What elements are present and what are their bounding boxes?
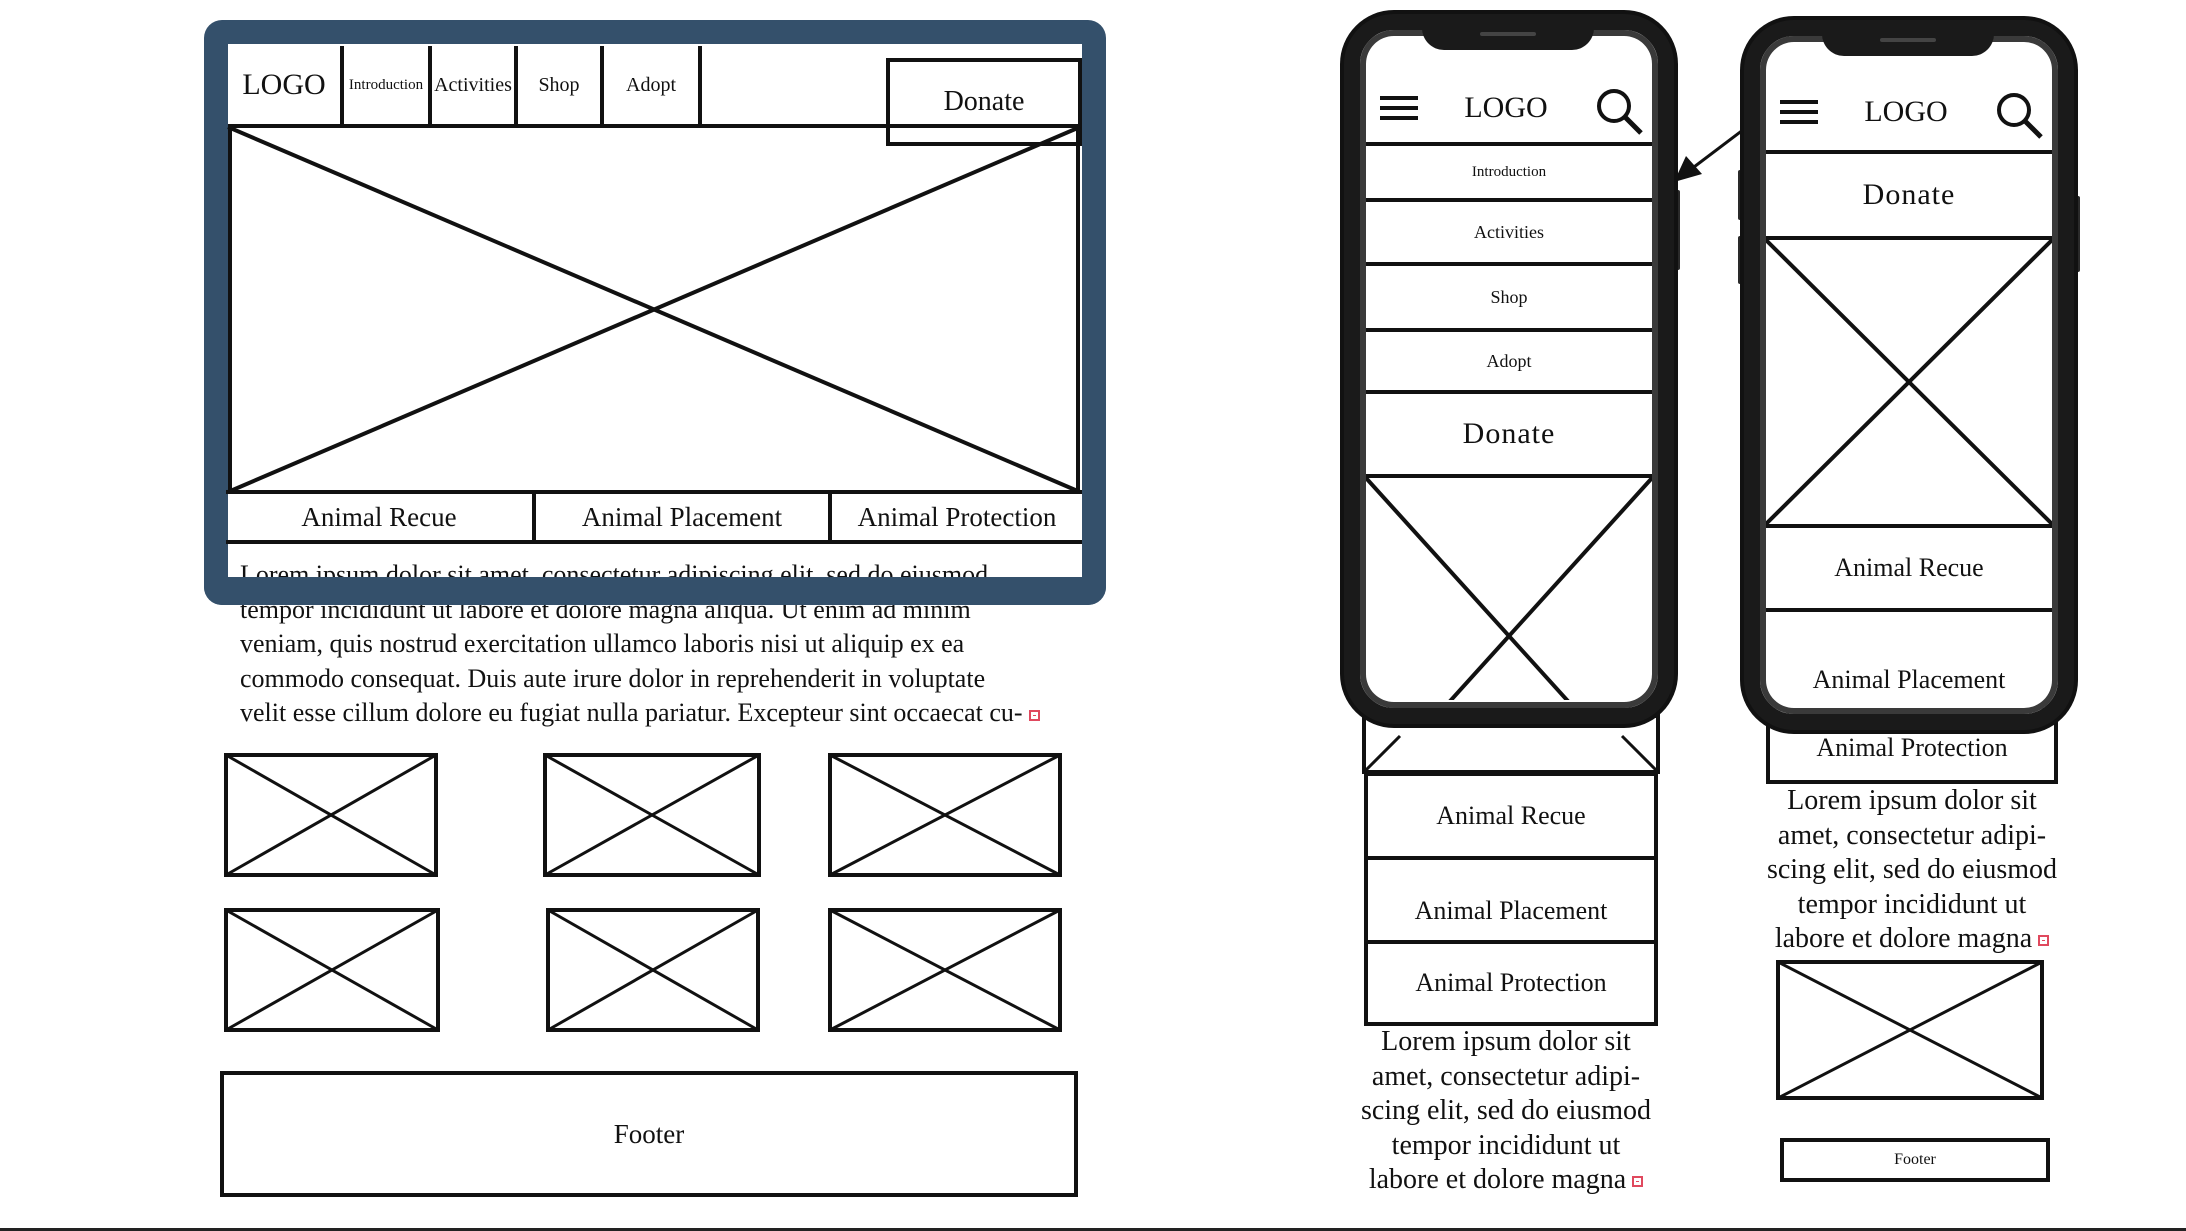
desktop-thumbnail-5 xyxy=(546,908,760,1032)
desktop-hero-image-placeholder xyxy=(227,125,1081,494)
phone1-wireframe: Animal Recue Animal Placement Animal Pro… xyxy=(1340,0,1680,1231)
desktop-nav-shop[interactable]: Shop xyxy=(518,46,604,124)
desktop-body-line: commodo consequat. Duis aute irure dolor… xyxy=(240,663,986,693)
phone1-body-line: amet, consectetur adipi- xyxy=(1371,1060,1641,1092)
phone1-menu-adopt[interactable]: Adopt xyxy=(1366,332,1652,394)
phone2-body-text: Lorem ipsum dolor sit amet, consectetur … xyxy=(1752,784,2072,957)
phone2-wireframe: Animal Protection Lorem ipsum dolor sit … xyxy=(1738,0,2080,1231)
phone2-body-line-last: labore et dolore magna xyxy=(1752,922,2072,957)
phone1-body-line: Lorem ipsum dolor sit xyxy=(1381,1026,1631,1057)
phone2-body-line: tempor incididunt ut xyxy=(1797,888,2027,920)
phone2-screen: LOGO Donate Animal Recue Animal Placemen… xyxy=(1766,54,2052,700)
desktop-nav-introduction[interactable]: Introduction xyxy=(344,46,432,124)
phone1-body-line-last: labore et dolore magna xyxy=(1346,1163,1666,1198)
search-icon[interactable] xyxy=(1596,88,1644,136)
desktop-footer: Footer xyxy=(220,1071,1078,1197)
phone2-logo[interactable]: LOGO xyxy=(1836,92,1976,132)
search-icon[interactable] xyxy=(1996,92,2044,140)
phone1-logo[interactable]: LOGO xyxy=(1436,88,1576,128)
desktop-thumbnail-4 xyxy=(224,908,440,1032)
desktop-tab-animal-placement[interactable]: Animal Placement xyxy=(536,494,832,540)
desktop-thumbnail-1 xyxy=(224,753,438,877)
phone1-section-animal-placement[interactable]: Animal Placement xyxy=(1364,856,1658,944)
desktop-tab-animal-rescue[interactable]: Animal Recue xyxy=(226,494,536,540)
text-overflow-icon xyxy=(2038,935,2050,947)
desktop-logo[interactable]: LOGO xyxy=(228,46,344,124)
phone1-menu-introduction[interactable]: Introduction xyxy=(1366,146,1652,202)
phone1-hero-image-placeholder xyxy=(1366,476,1652,700)
phone2-hero-image-placeholder xyxy=(1766,238,2052,526)
phone1-section-animal-rescue[interactable]: Animal Recue xyxy=(1364,772,1658,860)
phone2-body-line: labore et dolore magna xyxy=(1774,923,2033,954)
desktop-body-line: velit esse cillum dolore eu fugiat nulla… xyxy=(240,698,1023,727)
hamburger-icon[interactable] xyxy=(1780,100,1818,124)
hamburger-icon[interactable] xyxy=(1380,96,1418,120)
phone1-donate-button[interactable]: Donate xyxy=(1366,394,1652,478)
phone1-screen: LOGO Introduction Activities Shop Adopt … xyxy=(1366,48,1652,700)
phone2-body-line: amet, consectetur adipi- xyxy=(1777,819,2047,851)
desktop-body-line-last: velit esse cillum dolore eu fugiat nulla… xyxy=(240,696,1120,731)
phone1-body-line: scing elit, sed do eiusmod xyxy=(1360,1095,1652,1126)
phone1-section-animal-protection[interactable]: Animal Protection xyxy=(1364,940,1658,1026)
phone1-menu-shop[interactable]: Shop xyxy=(1366,266,1652,332)
phone2-donate-button[interactable]: Donate xyxy=(1766,154,2052,240)
desktop-thumbnail-2 xyxy=(543,753,761,877)
phone2-speaker xyxy=(1880,38,1936,42)
phone2-body-line: Lorem ipsum dolor sit xyxy=(1787,785,2037,816)
desktop-frame-bottom-edge xyxy=(204,577,1106,605)
phone2-section-animal-placement[interactable]: Animal Placement xyxy=(1766,612,2052,700)
phone1-header: LOGO xyxy=(1366,48,1652,146)
phone2-image-placeholder xyxy=(1776,960,2044,1100)
phone1-speaker xyxy=(1480,32,1536,36)
desktop-tab-animal-protection[interactable]: Animal Protection xyxy=(832,494,1082,540)
phone2-footer: Footer xyxy=(1780,1138,2050,1182)
desktop-body-line: veniam, quis nostrud exercitation ullamc… xyxy=(240,629,965,658)
desktop-section-tabs: Animal Recue Animal Placement Animal Pro… xyxy=(226,490,1082,544)
phone1-body-text: Lorem ipsum dolor sit amet, consectetur … xyxy=(1346,1025,1666,1198)
phone1-side-button xyxy=(1674,190,1680,270)
phone2-section-animal-rescue[interactable]: Animal Recue xyxy=(1766,524,2052,612)
text-overflow-icon xyxy=(1632,1176,1644,1188)
desktop-thumbnail-6 xyxy=(828,908,1062,1032)
text-overflow-icon xyxy=(1028,709,1040,721)
phone2-side-button xyxy=(2074,196,2080,272)
desktop-nav-adopt[interactable]: Adopt xyxy=(604,46,702,124)
phone1-body-line: labore et dolore magna xyxy=(1368,1164,1627,1195)
desktop-thumbnail-3 xyxy=(828,753,1062,877)
desktop-nav-activities[interactable]: Activities xyxy=(432,46,518,124)
phone2-header: LOGO xyxy=(1766,54,2052,154)
phone1-menu-activities[interactable]: Activities xyxy=(1366,202,1652,266)
desktop-wireframe: LOGO Introduction Activities Shop Adopt … xyxy=(0,0,1106,1231)
phone1-overflow-image-bottom xyxy=(1362,714,1660,774)
phone2-body-line: scing elit, sed do eiusmod xyxy=(1766,854,2058,885)
phone1-body-line: tempor incididunt ut xyxy=(1391,1129,1621,1161)
